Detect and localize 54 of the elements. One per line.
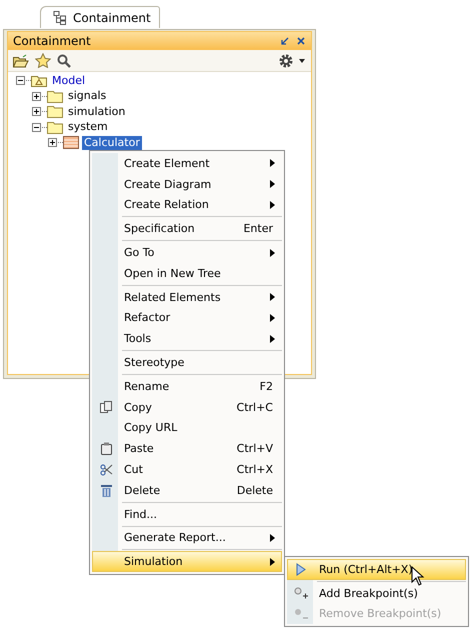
menu-item[interactable]: Simulation xyxy=(92,551,282,572)
tree-structure-icon xyxy=(53,10,67,24)
tree-item[interactable]: simulation xyxy=(66,104,128,119)
menu-item[interactable]: Specification Enter xyxy=(92,218,282,240)
folder-icon xyxy=(47,90,63,103)
tree-item[interactable]: signals xyxy=(66,89,108,104)
menu-item[interactable]: Go To xyxy=(92,242,282,263)
menu-item[interactable]: Refactor xyxy=(92,308,282,328)
menu-item[interactable]: Generate Report... xyxy=(92,528,282,548)
search-icon[interactable] xyxy=(57,54,71,68)
menu-item[interactable]: Paste Ctrl+V xyxy=(92,438,282,460)
menu-item[interactable]: Create Element xyxy=(92,153,282,174)
menu-item[interactable]: Add Breakpoint(s) xyxy=(287,582,466,604)
collapse-icon[interactable] xyxy=(16,76,31,86)
clipboard-icon xyxy=(100,442,112,456)
restore-icon[interactable] xyxy=(281,37,289,45)
block-icon xyxy=(63,136,79,150)
expand-icon[interactable] xyxy=(32,107,47,116)
folder-icon xyxy=(47,120,63,134)
folder-icon xyxy=(47,105,63,118)
star-icon[interactable] xyxy=(35,53,51,68)
expand-icon[interactable] xyxy=(48,138,63,148)
tree-item[interactable]: Calculator xyxy=(82,136,142,150)
menu-item[interactable]: Copy Ctrl+C xyxy=(92,396,282,418)
menu-item[interactable]: Rename F2 xyxy=(92,376,282,397)
menu-item[interactable]: Related Elements xyxy=(92,286,282,308)
model-package-icon xyxy=(31,74,47,88)
menu-item[interactable]: Cut Ctrl+X xyxy=(92,459,282,480)
settings-icon[interactable] xyxy=(279,54,293,68)
trash-icon xyxy=(100,484,112,497)
menu-item[interactable]: Tools xyxy=(92,328,282,350)
containment-tab[interactable]: Containment xyxy=(40,6,160,28)
dropdown-caret-icon[interactable] xyxy=(299,58,305,62)
mouse-pointer-icon xyxy=(411,566,425,586)
copy-icon xyxy=(100,401,112,414)
close-icon[interactable] xyxy=(297,37,305,45)
menu-item[interactable]: Delete Delete xyxy=(92,480,282,501)
menu-item[interactable]: Create Relation xyxy=(92,194,282,216)
menu-item[interactable]: Create Diagram xyxy=(92,174,282,195)
add-breakpoint-icon xyxy=(294,587,308,600)
tree-item[interactable]: system xyxy=(66,120,110,134)
scissors-icon xyxy=(100,463,112,476)
expand-icon[interactable] xyxy=(32,92,47,101)
open-folder-icon[interactable] xyxy=(13,54,29,68)
tree-item[interactable]: Model xyxy=(50,74,88,88)
menu-item[interactable]: Find... xyxy=(92,504,282,525)
menu-item[interactable]: Open in New Tree xyxy=(92,262,282,284)
play-icon xyxy=(296,562,306,576)
collapse-icon[interactable] xyxy=(32,122,47,132)
menu-item[interactable]: Run (Ctrl+Alt+X) xyxy=(287,559,466,580)
menu-item[interactable]: Copy URL xyxy=(92,418,282,438)
menu-item[interactable]: Stereotype xyxy=(92,352,282,373)
remove-breakpoint-icon xyxy=(294,608,308,620)
panel-title: Containment xyxy=(13,34,92,48)
